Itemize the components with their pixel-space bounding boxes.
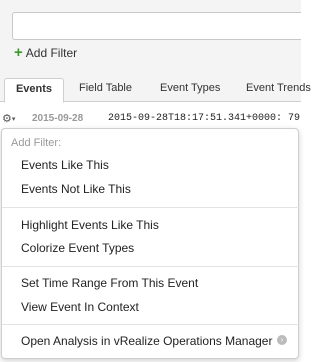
menu-item-view-event-in-context[interactable]: View Event In Context: [21, 300, 139, 314]
plus-icon: +: [14, 44, 23, 61]
add-filter-button[interactable]: + Add Filter: [14, 45, 77, 61]
menu-divider: [2, 207, 300, 208]
search-input[interactable]: [12, 12, 301, 40]
add-filter-label: Add Filter: [25, 46, 78, 60]
event-timestamp: 2015-09-28T18:17:51.341+0000: 79: [108, 113, 301, 124]
tab-event-types[interactable]: Event Types: [160, 82, 220, 94]
event-date: 2015-09-28: [32, 113, 84, 124]
tabs-bar: Events Field Table Event Types Event Tre…: [0, 76, 311, 103]
filter-area: + Add Filter: [0, 0, 301, 76]
menu-divider: [2, 324, 300, 325]
tab-events[interactable]: Events: [4, 78, 64, 103]
gear-icon[interactable]: ⚙▾: [2, 112, 15, 125]
arrow-right-circle-icon: ›: [277, 335, 287, 345]
menu-header: Add Filter:: [11, 137, 62, 149]
menu-item-highlight-events[interactable]: Highlight Events Like This: [21, 218, 159, 232]
menu-item-colorize-event-types[interactable]: Colorize Event Types: [21, 241, 134, 255]
tab-event-trends[interactable]: Event Trends: [246, 82, 311, 94]
menu-divider: [2, 266, 300, 267]
event-actions-menu: Add Filter: Events Like This Events Not …: [1, 128, 300, 359]
menu-item-events-not-like-this[interactable]: Events Not Like This: [21, 182, 131, 196]
menu-item-events-like-this[interactable]: Events Like This: [21, 158, 109, 172]
chevron-down-icon: ▾: [11, 116, 16, 124]
tab-field-table[interactable]: Field Table: [79, 82, 132, 94]
event-row: ⚙▾ 2015-09-28 2015-09-28T18:17:51.341+00…: [0, 104, 301, 126]
menu-item-open-analysis-vrops[interactable]: Open Analysis in vRealize Operations Man…: [21, 334, 272, 348]
menu-item-set-time-range[interactable]: Set Time Range From This Event: [21, 276, 198, 290]
